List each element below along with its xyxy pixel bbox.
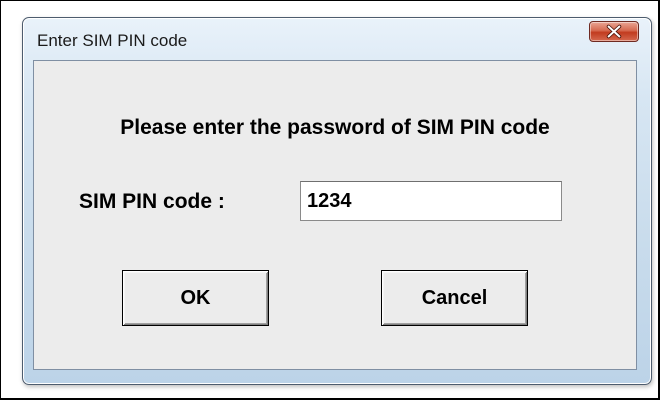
window-title: Enter SIM PIN code (37, 31, 188, 50)
close-button[interactable] (589, 21, 639, 42)
screenshot-canvas: Enter SIM PIN code Please enter the pass… (0, 0, 660, 400)
dialog-body: Please enter the password of SIM PIN cod… (33, 60, 637, 370)
ok-button[interactable]: OK (122, 270, 269, 326)
title-bar[interactable]: Enter SIM PIN code (23, 18, 651, 62)
screen-border-top (0, 0, 660, 1)
close-icon (606, 24, 622, 39)
screen-border-left (0, 0, 1, 400)
instruction-text: Please enter the password of SIM PIN cod… (120, 116, 550, 139)
cancel-button[interactable]: Cancel (381, 270, 528, 326)
pin-field-label: SIM PIN code : (79, 190, 225, 213)
pin-input[interactable] (300, 181, 562, 221)
sim-pin-dialog: Enter SIM PIN code Please enter the pass… (22, 17, 652, 385)
